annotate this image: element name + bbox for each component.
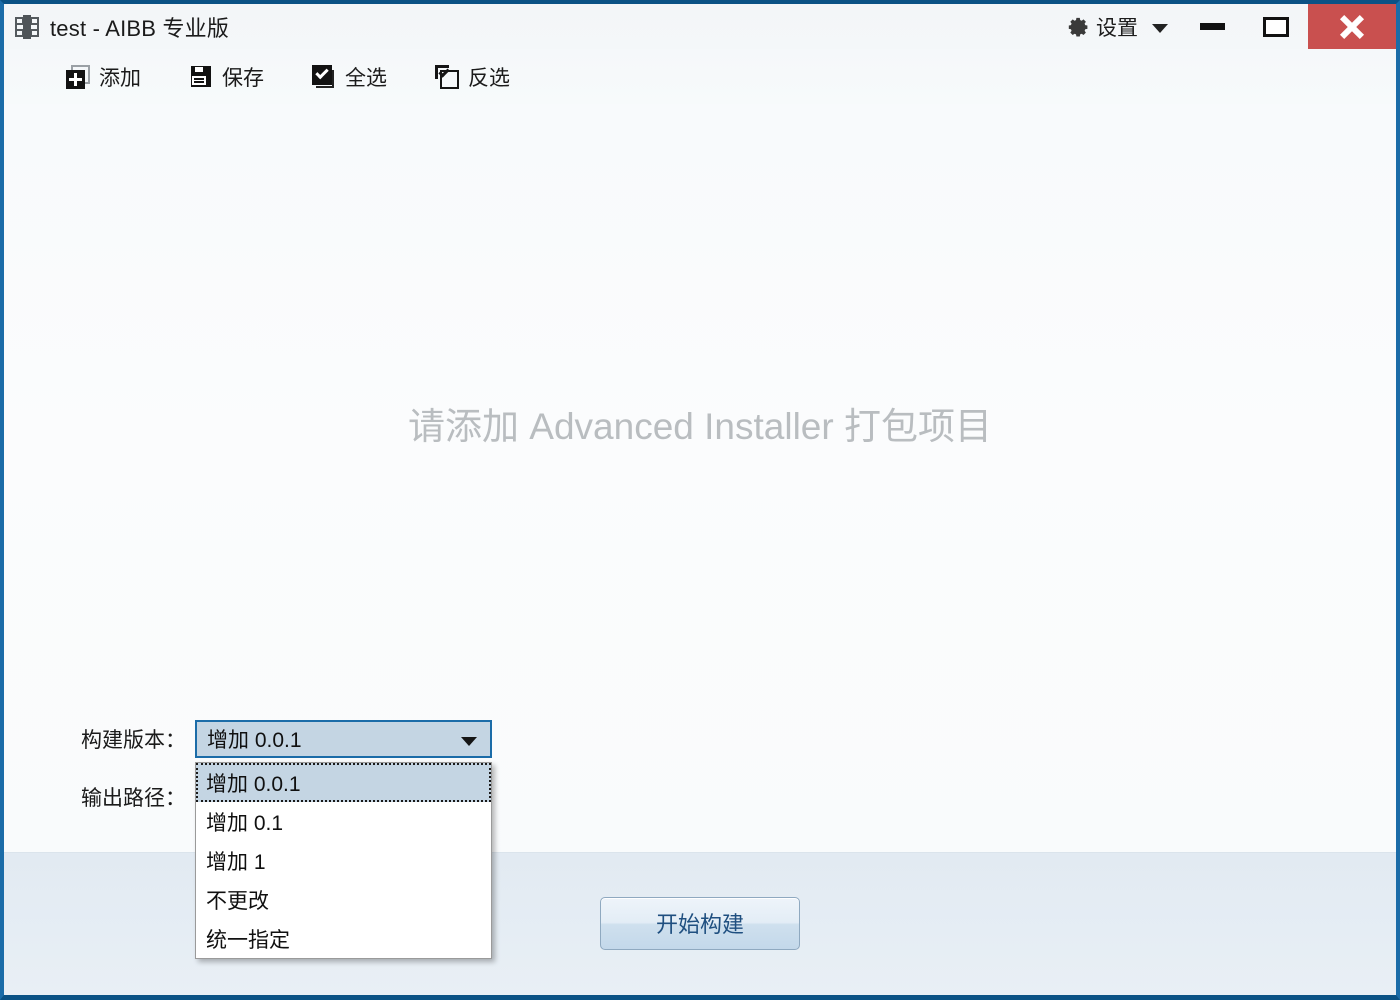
- add-button-label: 添加: [99, 66, 141, 90]
- add-button[interactable]: 添加: [66, 62, 141, 92]
- save-button[interactable]: 保存: [189, 62, 264, 92]
- settings-button[interactable]: 设置: [1054, 4, 1180, 49]
- build-version-combobox[interactable]: 增加 0.0.1: [195, 720, 492, 758]
- dropdown-option[interactable]: 增加 0.1: [196, 802, 491, 841]
- package-icon: [14, 14, 40, 40]
- save-button-label: 保存: [222, 66, 264, 90]
- select-all-button[interactable]: 全选: [312, 62, 387, 92]
- output-path-label: 输出路径：: [81, 787, 186, 810]
- dropdown-option[interactable]: 增加 0.0.1: [196, 763, 491, 802]
- add-item-icon: [66, 64, 90, 89]
- close-button[interactable]: [1308, 4, 1396, 49]
- dropdown-option[interactable]: 统一指定: [196, 919, 491, 958]
- maximize-icon: [1263, 16, 1289, 37]
- dropdown-option[interactable]: 不更改: [196, 880, 491, 919]
- close-icon: [1338, 13, 1366, 41]
- invert-selection-button-label: 反选: [468, 66, 510, 90]
- toolbar: 添加 保存 全选 反选: [4, 49, 1396, 104]
- start-build-button[interactable]: 开始构建: [600, 896, 800, 950]
- build-version-value: 增加 0.0.1: [207, 729, 302, 752]
- gear-icon: [1064, 14, 1090, 40]
- title-bar-controls: 设置: [1054, 4, 1396, 49]
- build-version-dropdown-list[interactable]: 增加 0.0.1 增加 0.1 增加 1 不更改 统一指定: [195, 762, 492, 959]
- maximize-button[interactable]: [1244, 4, 1308, 49]
- empty-state-hint: 请添加 Advanced Installer 打包项目: [408, 406, 992, 447]
- invert-selection-checkbox-icon: [435, 64, 459, 89]
- select-all-button-label: 全选: [345, 66, 387, 90]
- window-title: test - AIBB 专业版: [50, 15, 230, 41]
- title-bar-left: test - AIBB 专业版: [4, 11, 1054, 43]
- application-window: test - AIBB 专业版 设置 添加 保存 全选 反选 请添加 Advan…: [0, 0, 1400, 1000]
- chevron-down-icon: [1152, 23, 1168, 33]
- select-all-checkbox-icon: [312, 64, 336, 89]
- title-bar: test - AIBB 专业版 设置: [4, 4, 1396, 49]
- save-floppy-icon: [189, 65, 213, 89]
- minimize-icon: [1199, 23, 1225, 30]
- minimize-button[interactable]: [1180, 4, 1244, 49]
- chevron-down-icon: [461, 737, 477, 746]
- settings-label: 设置: [1096, 16, 1138, 40]
- version-row: 构建版本： 增加 0.0.1: [4, 710, 1396, 768]
- invert-selection-button[interactable]: 反选: [435, 62, 510, 92]
- dropdown-option[interactable]: 增加 1: [196, 841, 491, 880]
- build-version-label: 构建版本：: [81, 729, 186, 752]
